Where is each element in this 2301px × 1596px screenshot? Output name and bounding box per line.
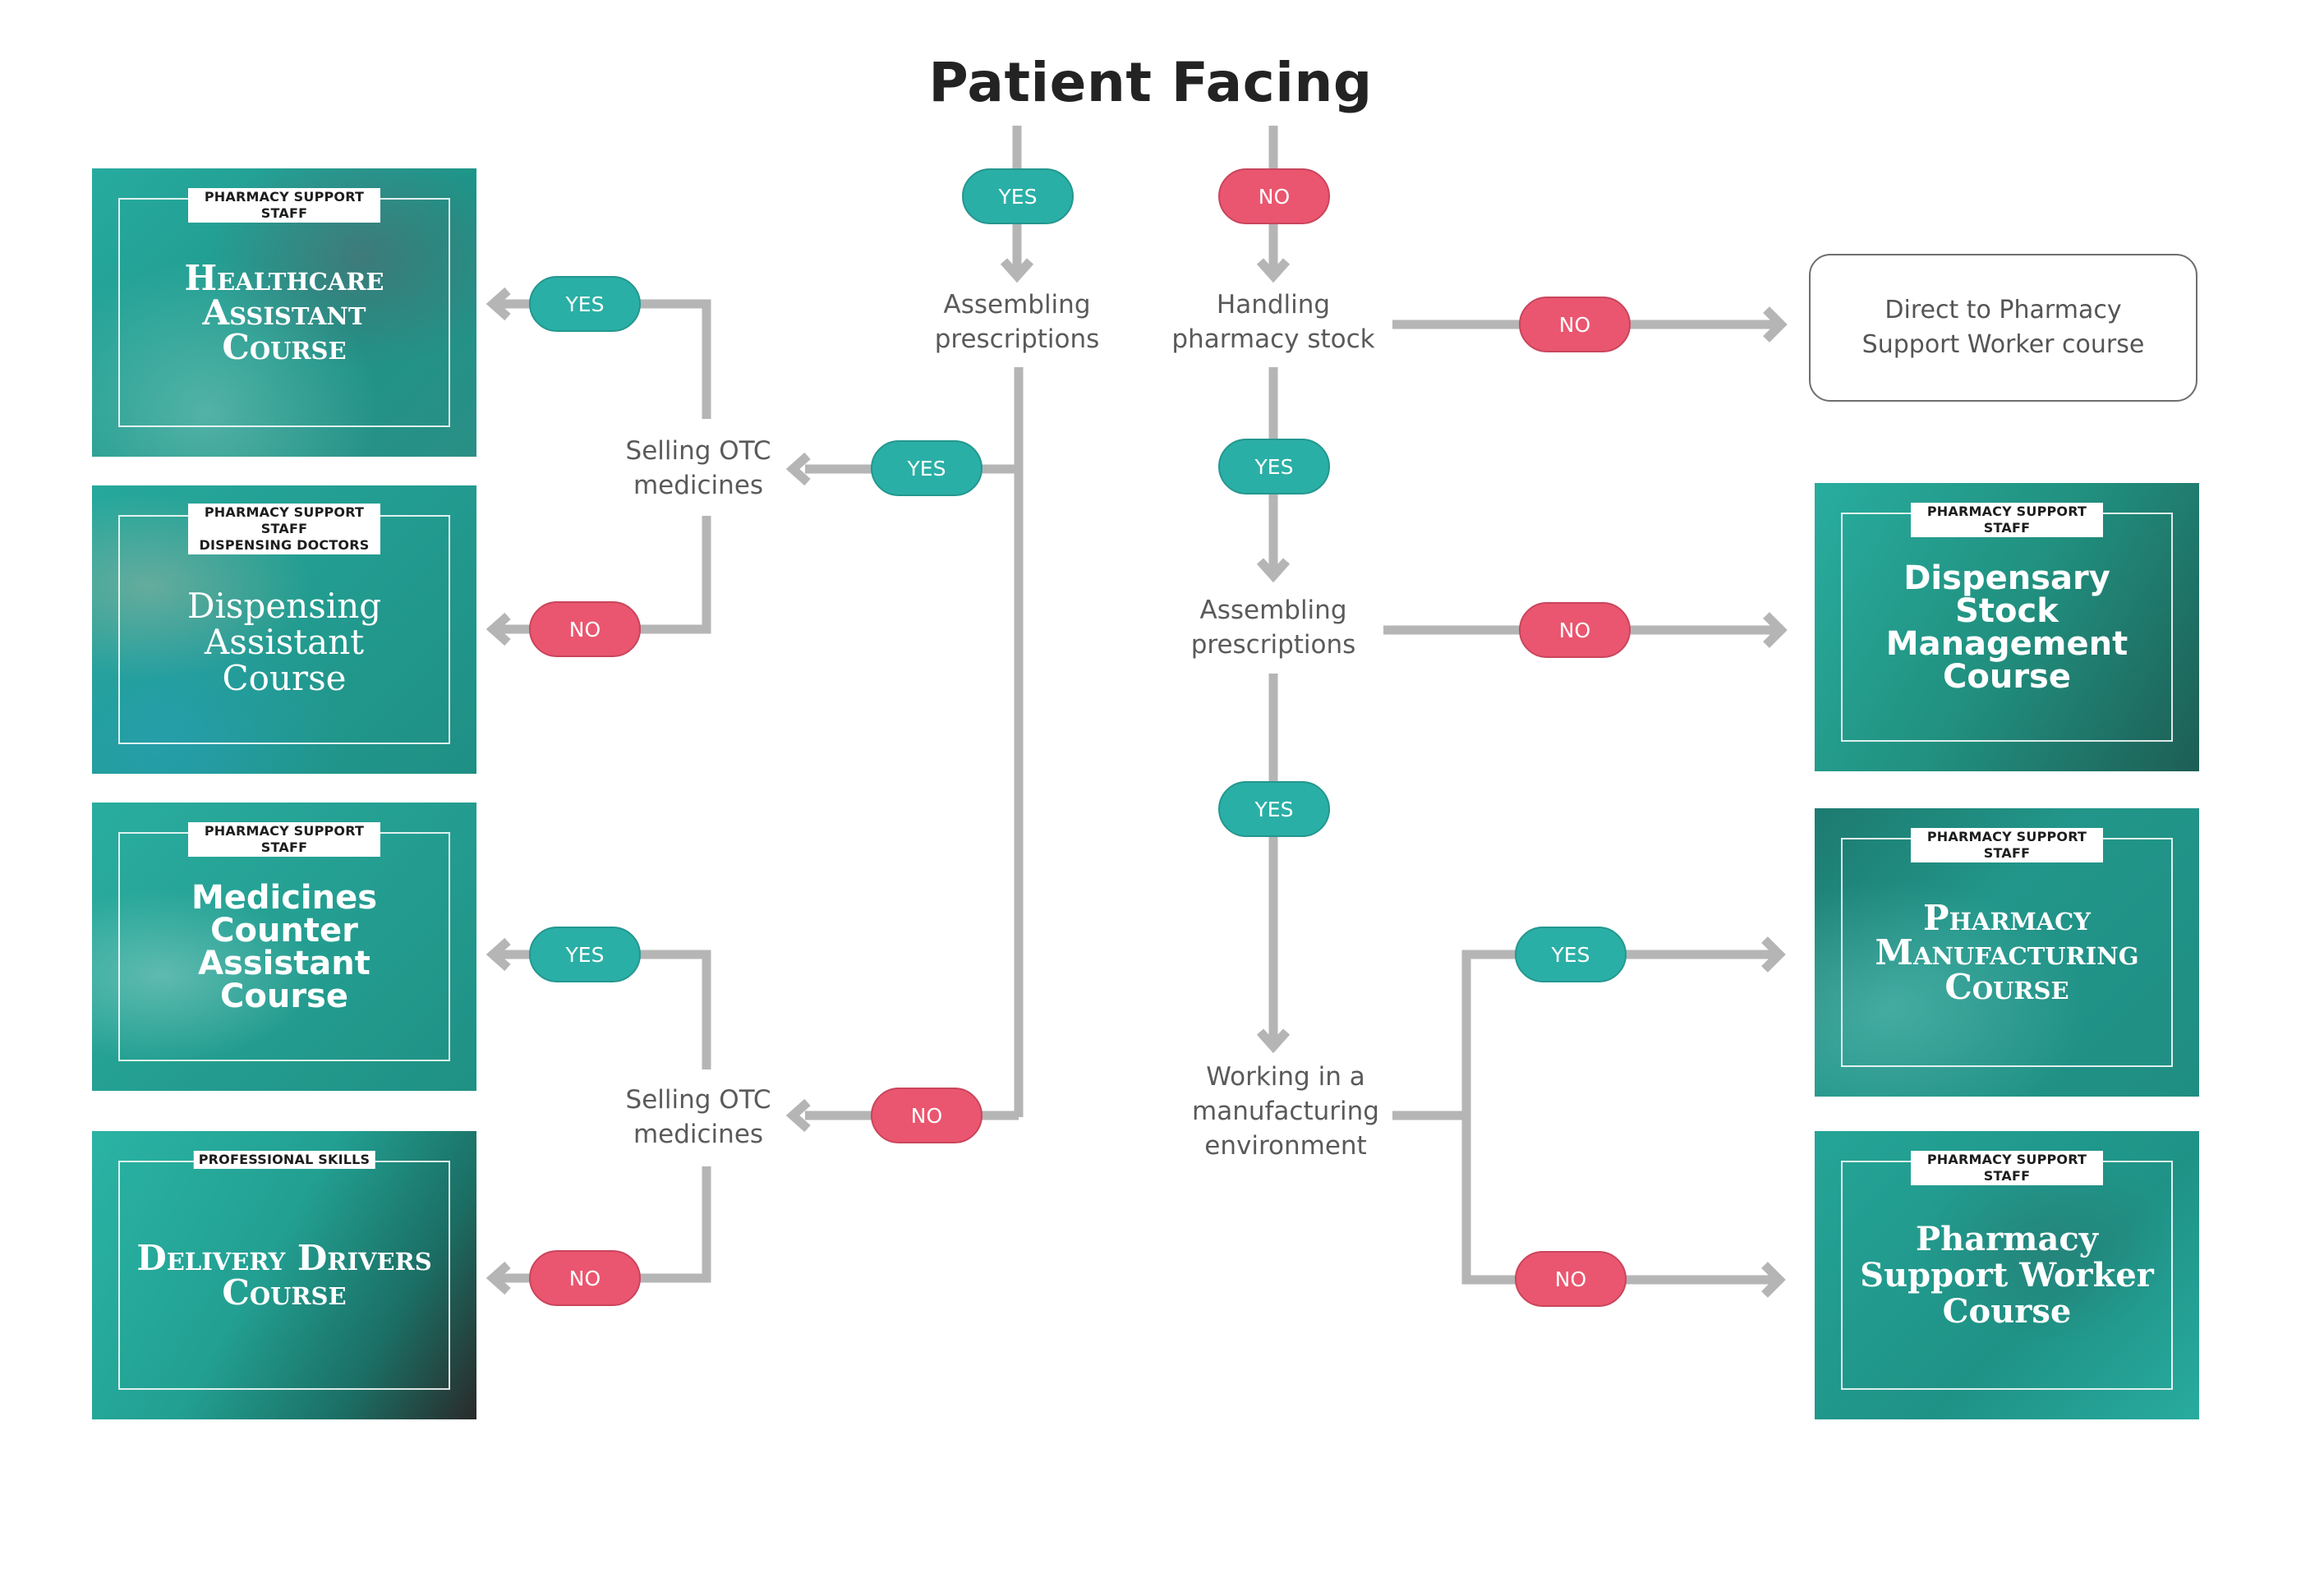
assembling-yes-pill[interactable]: YES xyxy=(871,440,983,496)
card-pharmacy-manufacturing[interactable]: PHARMACY SUPPORT STAFF Pharmacy Manufact… xyxy=(1815,808,2199,1097)
node-assembling-prescriptions-2: Assembling prescriptions xyxy=(1190,596,1356,660)
manufacturing-no-pill[interactable]: NO xyxy=(1515,1251,1627,1307)
top-yes-pill[interactable]: YES xyxy=(962,168,1074,224)
node-assembling-prescriptions: Assembling prescriptions xyxy=(934,290,1100,354)
card-title: Medicines Counter Assistant Course xyxy=(191,878,378,1015)
direct-to-support-worker-box[interactable]: Direct to Pharmacy Support Worker course xyxy=(1809,254,2197,402)
assembling-no-pill[interactable]: NO xyxy=(871,1088,983,1143)
node-selling-otc-2: Selling OTC medicines xyxy=(625,1085,771,1149)
manufacturing-yes-pill[interactable]: YES xyxy=(1515,927,1627,982)
selling1-yes-pill[interactable]: YES xyxy=(529,276,641,332)
selling2-yes-pill[interactable]: YES xyxy=(529,927,641,982)
node-handling-pharmacy-stock: Handling pharmacy stock xyxy=(1171,290,1375,354)
card-title: Pharmacy Support Worker Course xyxy=(1860,1219,2154,1331)
card-title: Healthcare Assistant Course xyxy=(184,257,384,367)
card-pharmacy-support-worker[interactable]: PHARMACY SUPPORT STAFF Pharmacy Support … xyxy=(1815,1131,2199,1419)
card-healthcare-assistant[interactable]: PHARMACY SUPPORT STAFF Healthcare Assist… xyxy=(92,168,476,457)
card-title: Dispensary Stock Management Course xyxy=(1885,559,2128,696)
handling-yes-pill[interactable]: YES xyxy=(1218,439,1330,494)
card-title: Dispensing Assistant Course xyxy=(186,585,382,698)
assembling2-yes-pill[interactable]: YES xyxy=(1218,781,1330,837)
flowchart-canvas: Patient Facing Assembling prescriptions … xyxy=(0,0,2301,1596)
connector-manufacturing-branch xyxy=(1461,950,1773,1285)
node-working-manufacturing: Working in a manufacturing environment xyxy=(1192,1062,1379,1161)
selling2-no-pill[interactable]: NO xyxy=(529,1250,641,1306)
node-selling-otc-1: Selling OTC medicines xyxy=(625,436,771,500)
card-dispensing-assistant[interactable]: PHARMACY SUPPORT STAFF DISPENSING DOCTOR… xyxy=(92,485,476,774)
selling1-no-pill[interactable]: NO xyxy=(529,601,641,657)
card-medicines-counter-assistant[interactable]: PHARMACY SUPPORT STAFF Medicines Counter… xyxy=(92,803,476,1091)
card-title: Delivery Drivers Course xyxy=(136,1237,432,1313)
handling-no-pill[interactable]: NO xyxy=(1519,297,1631,352)
top-no-pill[interactable]: NO xyxy=(1218,168,1330,224)
card-dispensary-stock-management[interactable]: PHARMACY SUPPORT STAFF Dispensary Stock … xyxy=(1815,483,2199,771)
card-delivery-drivers[interactable]: PROFESSIONAL SKILLS Delivery Drivers Cou… xyxy=(92,1131,476,1419)
page-title: Patient Facing xyxy=(928,51,1373,114)
assembling2-no-pill[interactable]: NO xyxy=(1519,602,1631,658)
card-title: Pharmacy Manufacturing Course xyxy=(1875,897,2139,1007)
